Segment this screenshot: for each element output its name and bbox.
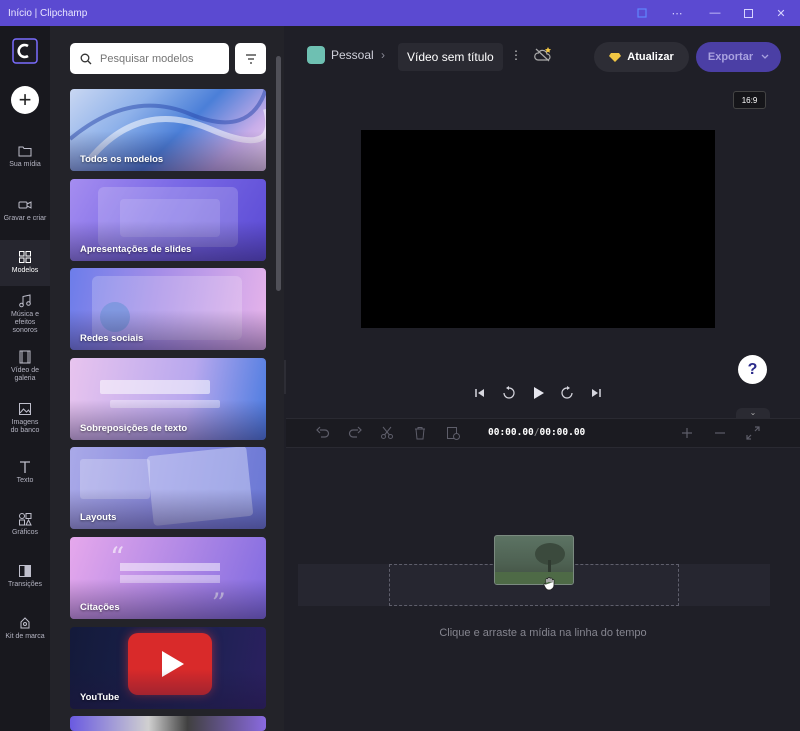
close-icon[interactable]: ✕ <box>766 0 796 26</box>
breadcrumb-chevron-icon: › <box>381 48 385 62</box>
rail-item-brand-kit[interactable]: Kit de marca <box>0 616 50 646</box>
text-icon <box>20 461 30 473</box>
brand-kit-icon <box>20 617 30 629</box>
panel-scrollbar[interactable] <box>276 56 281 291</box>
window-icon[interactable] <box>627 0 657 26</box>
project-title[interactable]: Vídeo sem título <box>398 43 503 71</box>
camera-icon <box>18 201 32 209</box>
timecode: 00:00.00/00:00.00 <box>488 427 585 438</box>
minimize-icon[interactable]: — <box>700 0 730 26</box>
redo-icon[interactable] <box>348 426 362 440</box>
folder-icon <box>18 146 32 157</box>
template-card-slideshows[interactable]: Apresentações de slides <box>70 179 266 261</box>
window-title: Início | Clipchamp <box>8 7 88 19</box>
fit-timeline-icon[interactable] <box>746 426 760 440</box>
timeline-toolbar: 00:00.00/00:00.00 <box>286 418 800 448</box>
total-time: 00:00.00 <box>539 427 586 438</box>
film-icon <box>19 350 31 364</box>
rail-item-stock-images[interactable]: Imagens do banco <box>0 402 50 438</box>
timeline-area[interactable]: Clique e arraste a mídia na linha do tem… <box>286 449 800 731</box>
template-card-youtube[interactable]: YouTube <box>70 627 266 709</box>
zoom-out-icon[interactable] <box>713 426 727 440</box>
rail-item-record[interactable]: Gravar e criar <box>0 198 50 232</box>
cloud-off-icon[interactable] <box>533 46 553 64</box>
maximize-icon[interactable] <box>733 0 763 26</box>
template-card-social[interactable]: Redes sociais <box>70 268 266 350</box>
rail-item-stock-video[interactable]: Vídeo de galeria <box>0 350 50 386</box>
image-icon <box>19 403 31 415</box>
diamond-icon <box>609 53 622 62</box>
aspect-ratio-button[interactable]: 16:9 <box>733 91 766 109</box>
search-box[interactable] <box>70 43 229 74</box>
rail-item-music[interactable]: Música e efeitos sonoros <box>0 294 50 338</box>
template-card-quotes[interactable]: “ ” Citações <box>70 537 266 619</box>
more-options-icon[interactable]: ⋯ <box>662 0 692 26</box>
timeline-hint: Clique e arraste a mídia na linha do tem… <box>439 627 647 639</box>
filter-button[interactable] <box>235 43 266 74</box>
play-icon[interactable] <box>530 385 546 401</box>
scissors-icon[interactable] <box>380 426 394 440</box>
template-card-layouts[interactable]: Layouts <box>70 447 266 529</box>
rail-item-graphics[interactable]: Gráficos <box>0 512 50 542</box>
templates-icon <box>19 251 31 263</box>
rail-item-templates[interactable]: Modelos <box>0 240 50 286</box>
current-time: 00:00.00 <box>488 427 534 438</box>
workspace-icon <box>307 46 325 64</box>
rail-item-media[interactable]: Sua mídia <box>0 144 50 178</box>
editor-main: Pessoal › Vídeo sem título ⋮ Atualizar E… <box>286 26 800 731</box>
transition-icon <box>19 565 31 577</box>
video-preview <box>361 130 715 328</box>
left-rail: + Sua mídia Gravar e criar Modelos Músic… <box>0 26 50 731</box>
search-icon <box>80 53 92 64</box>
workspace-name[interactable]: Pessoal <box>331 48 374 62</box>
chevron-down-icon <box>761 54 769 59</box>
rail-item-transitions[interactable]: Transições <box>0 564 50 594</box>
template-card-next[interactable] <box>70 716 266 731</box>
export-button[interactable]: Exportar <box>696 42 781 72</box>
dragged-media-thumbnail[interactable] <box>494 535 574 585</box>
grab-hand-icon <box>543 577 555 591</box>
skip-to-end-icon[interactable] <box>588 385 604 401</box>
search-input[interactable] <box>100 52 220 65</box>
templates-panel: Todos os modelos Apresentações de slides… <box>50 26 284 731</box>
help-button[interactable]: ? <box>738 355 767 384</box>
forward-5-icon[interactable] <box>559 385 575 401</box>
playback-controls <box>472 383 604 403</box>
add-media-icon[interactable] <box>446 426 460 440</box>
upgrade-button[interactable]: Atualizar <box>594 42 689 72</box>
template-card-text-overlays[interactable]: Sobreposições de texto <box>70 358 266 440</box>
music-note-icon <box>19 294 31 308</box>
zoom-in-icon[interactable] <box>680 426 694 440</box>
rewind-5-icon[interactable] <box>501 385 517 401</box>
create-button[interactable]: + <box>11 86 39 114</box>
shapes-icon <box>19 513 32 526</box>
template-card-all[interactable]: Todos os modelos <box>70 89 266 171</box>
project-menu-icon[interactable]: ⋮ <box>510 48 522 62</box>
expand-timeline-icon[interactable]: ⌄ <box>736 408 770 418</box>
clipchamp-logo-icon <box>12 38 38 64</box>
rail-item-text[interactable]: Texto <box>0 460 50 490</box>
skip-to-start-icon[interactable] <box>472 385 488 401</box>
trash-icon[interactable] <box>413 426 427 440</box>
undo-icon[interactable] <box>316 426 330 440</box>
filter-icon <box>245 53 256 64</box>
